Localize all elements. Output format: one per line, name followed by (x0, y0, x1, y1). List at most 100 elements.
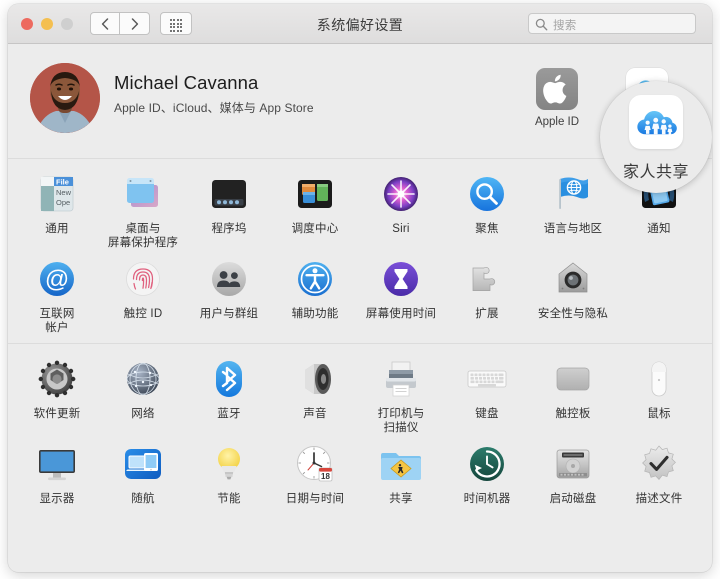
pref-item-touch-id[interactable]: 触控 ID (100, 256, 186, 321)
pref-item-label: 触控 ID (100, 307, 186, 321)
siri-icon (378, 171, 424, 217)
svg-text:@: @ (45, 266, 69, 293)
screen-time-icon (378, 256, 424, 302)
bluetooth-icon (206, 356, 252, 402)
system-preferences-window: 系统偏好设置 搜索 (8, 4, 712, 572)
search-field[interactable]: 搜索 (528, 13, 696, 34)
pref-item-label: 节能 (186, 492, 272, 506)
startup-disk-icon (550, 441, 596, 487)
energy-saver-icon (206, 441, 252, 487)
pref-item-security-privacy[interactable]: 安全性与隐私 (530, 256, 616, 321)
pref-item-users-groups[interactable]: 用户与群组 (186, 256, 272, 321)
svg-text:New: New (56, 188, 72, 197)
pref-item-label: 通知 (616, 222, 702, 236)
preferences-section-hardware: 软件更新 (8, 343, 712, 514)
network-icon (120, 356, 166, 402)
displays-icon (34, 441, 80, 487)
pref-item-label: 声音 (272, 407, 358, 421)
users-groups-icon (206, 256, 252, 302)
pref-item-label: 网络 (100, 407, 186, 421)
pref-item-label: 日期与时间 (272, 492, 358, 506)
magnified-family-sharing-label: 家人共享 (600, 158, 712, 182)
pref-item-startup-disk[interactable]: 启动磁盘 (530, 441, 616, 506)
svg-text:18: 18 (321, 472, 330, 481)
pref-item-accessibility[interactable]: 辅助功能 (272, 256, 358, 321)
sound-icon (292, 356, 338, 402)
pref-item-label: 软件更新 (14, 407, 100, 421)
pref-item-label: 键盘 (444, 407, 530, 421)
dock-icon (206, 171, 252, 217)
pref-item-label: 共享 (358, 492, 444, 506)
pref-item-label: Siri (358, 222, 444, 236)
software-update-icon (34, 356, 80, 402)
pref-item-label: 显示器 (14, 492, 100, 506)
pref-item-sidecar[interactable]: 随航 (100, 441, 186, 506)
touch-id-icon (120, 256, 166, 302)
mouse-icon (636, 356, 682, 402)
pref-item-dock[interactable]: 程序坞 (186, 171, 272, 236)
svg-text:File: File (56, 178, 69, 187)
pref-item-energy-saver[interactable]: 节能 (186, 441, 272, 506)
pref-item-keyboard[interactable]: 键盘 (444, 356, 530, 421)
pref-item-label: 互联网 帐户 (14, 307, 100, 335)
internet-accounts-icon: @ (34, 256, 80, 302)
pref-item-label: 语言与地区 (530, 222, 616, 236)
pref-item-time-machine[interactable]: 时间机器 (444, 441, 530, 506)
apple-id-tile-label: Apple ID (514, 116, 600, 128)
pref-item-label: 启动磁盘 (530, 492, 616, 506)
pref-row: 软件更新 (8, 352, 712, 437)
pref-item-siri[interactable]: Siri (358, 171, 444, 236)
time-machine-icon (464, 441, 510, 487)
pref-item-software-update[interactable]: 软件更新 (14, 356, 100, 421)
pref-item-label: 随航 (100, 492, 186, 506)
pref-item-label: 通用 (14, 222, 100, 236)
pref-item-label: 蓝牙 (186, 407, 272, 421)
magnified-family-sharing-icon (629, 95, 683, 149)
pref-item-extensions[interactable]: 扩展 (444, 256, 530, 321)
pref-item-spotlight[interactable]: 聚焦 (444, 171, 530, 236)
pref-item-sound[interactable]: 声音 (272, 356, 358, 421)
pref-item-sharing[interactable]: 共享 (358, 441, 444, 506)
pref-item-network[interactable]: 网络 (100, 356, 186, 421)
pref-item-desktop-screensaver[interactable]: 桌面与 屏幕保护程序 (100, 171, 186, 250)
pref-item-printers-scanners[interactable]: 打印机与 扫描仪 (358, 356, 444, 435)
pref-item-label: 调度中心 (272, 222, 358, 236)
pref-item-label: 用户与群组 (186, 307, 272, 321)
apple-id-banner[interactable]: Michael Cavanna Apple ID、iCloud、媒体与 App … (8, 44, 712, 159)
pref-item-displays[interactable]: 显示器 (14, 441, 100, 506)
pref-item-label: 扩展 (444, 307, 530, 321)
pref-item-internet-accounts[interactable]: @ 互联网 帐户 (14, 256, 100, 335)
pref-item-screen-time[interactable]: 屏幕使用时间 (358, 256, 444, 321)
search-icon (535, 18, 548, 31)
pref-item-general[interactable]: File New Ope 通用 (14, 171, 100, 236)
extensions-icon (464, 256, 510, 302)
pref-item-profiles[interactable]: 描述文件 (616, 441, 702, 506)
accessibility-icon (292, 256, 338, 302)
language-region-icon (550, 171, 596, 217)
account-name: Michael Cavanna (114, 72, 258, 94)
trackpad-icon (550, 356, 596, 402)
pref-row: @ 互联网 帐户 (8, 252, 712, 337)
magnifier-overlay: 家人共享 (600, 81, 712, 193)
window-titlebar: 系统偏好设置 搜索 (8, 4, 712, 44)
sidecar-icon (120, 441, 166, 487)
mission-control-icon (292, 171, 338, 217)
pref-item-bluetooth[interactable]: 蓝牙 (186, 356, 272, 421)
general-icon: File New Ope (34, 171, 80, 217)
pref-item-label: 聚焦 (444, 222, 530, 236)
keyboard-icon (464, 356, 510, 402)
pref-item-label: 桌面与 屏幕保护程序 (100, 222, 186, 250)
pref-item-trackpad[interactable]: 触控板 (530, 356, 616, 421)
profiles-icon (636, 441, 682, 487)
pref-row: 显示器 (8, 437, 712, 508)
avatar[interactable] (30, 63, 100, 133)
pref-item-label: 触控板 (530, 407, 616, 421)
pref-item-label: 鼠标 (616, 407, 702, 421)
pref-item-date-time[interactable]: 18 日期与时间 (272, 441, 358, 506)
sharing-icon (378, 441, 424, 487)
apple-id-tile[interactable]: Apple ID (514, 68, 600, 128)
pref-item-mouse[interactable]: 鼠标 (616, 356, 702, 421)
pref-item-label: 描述文件 (616, 492, 702, 506)
pref-item-mission-control[interactable]: 调度中心 (272, 171, 358, 236)
apple-logo-icon (536, 68, 578, 110)
